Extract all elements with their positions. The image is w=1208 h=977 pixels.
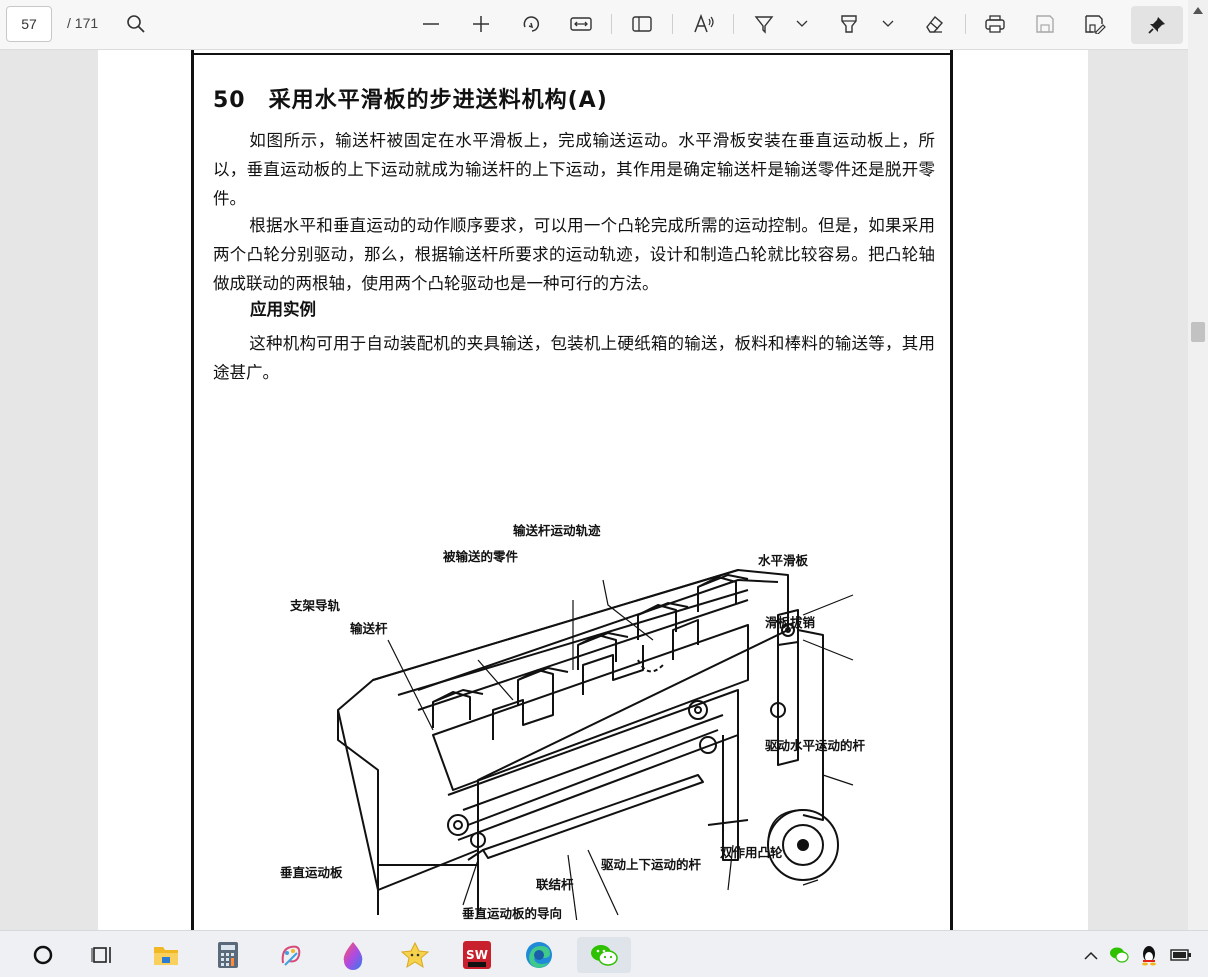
svg-text:SW: SW <box>466 948 488 962</box>
subheading: 应用实例 <box>250 300 316 319</box>
zoom-out-icon[interactable] <box>415 8 447 40</box>
fit-width-icon[interactable] <box>565 8 597 40</box>
taskbar: SW <box>0 930 1208 977</box>
solidworks-icon[interactable]: SW <box>459 937 495 973</box>
scroll-thumb[interactable] <box>1191 322 1205 342</box>
page-view-icon[interactable] <box>626 8 658 40</box>
paragraph: 如图所示，输送杆被固定在水平滑板上，完成输送运动。水平滑板安装在垂直运动板上，所… <box>213 131 935 208</box>
draw-icon[interactable] <box>748 8 780 40</box>
figure-label: 支架导轨 <box>290 598 341 613</box>
edge-icon[interactable] <box>521 937 557 973</box>
search-icon[interactable] <box>120 8 152 40</box>
figure-label: 滑板拔销 <box>765 615 816 630</box>
mechanism-drawing <box>337 569 854 920</box>
save-icon[interactable] <box>1029 8 1061 40</box>
eraser-icon[interactable] <box>918 8 950 40</box>
pdf-toolbar: 57 / 171 <box>0 0 1208 50</box>
wechat-tray-icon[interactable] <box>1106 937 1132 973</box>
highlight-icon[interactable] <box>833 8 865 40</box>
zoom-in-icon[interactable] <box>465 8 497 40</box>
figure-label: 垂直运动板 <box>280 865 343 880</box>
toolbar-divider <box>672 14 673 34</box>
qq-icon[interactable] <box>1136 937 1162 973</box>
vertical-scrollbar[interactable] <box>1188 0 1208 930</box>
paragraph: 根据水平和垂直运动的动作顺序要求，可以用一个凸轮完成所需的运动控制。但是，如果采… <box>213 216 935 293</box>
figure-label: 输送杆 <box>350 621 388 636</box>
battery-icon[interactable] <box>1166 937 1196 973</box>
star-app-icon[interactable] <box>397 937 433 973</box>
toolbar-divider <box>965 14 966 34</box>
chevron-up-icon[interactable] <box>1078 937 1104 973</box>
start-icon[interactable] <box>25 937 61 973</box>
rotate-icon[interactable] <box>515 8 547 40</box>
color-drop-icon[interactable] <box>335 937 371 973</box>
figure-label: 驱动水平运动的杆 <box>765 738 866 753</box>
page-frame-line <box>950 50 953 930</box>
file-explorer-icon[interactable] <box>148 937 184 973</box>
pdf-page: 50 采用水平滑板的步进送料机构(A) 如图所示，输送杆被固定在水平滑板上，完成… <box>98 50 1088 930</box>
toolbar-divider <box>733 14 734 34</box>
figure-label: 水平滑板 <box>758 553 809 568</box>
chevron-down-icon[interactable] <box>792 8 812 40</box>
calculator-icon[interactable] <box>210 937 246 973</box>
page-frame-line <box>191 50 194 930</box>
paint-icon[interactable] <box>273 937 309 973</box>
figure-label: 输送杆运动轨迹 <box>513 523 601 538</box>
page-number-input[interactable]: 57 <box>6 6 52 42</box>
figure-label: 双作用凸轮 <box>720 845 783 860</box>
figure-label: 被输送的零件 <box>443 549 519 564</box>
scroll-up-icon[interactable] <box>1192 5 1204 15</box>
figure-label: 垂直运动板的导向 <box>462 906 563 921</box>
save-as-icon[interactable] <box>1079 8 1111 40</box>
figure-label: 驱动上下运动的杆 <box>601 857 702 872</box>
figure-label: 联结杆 <box>536 877 574 892</box>
chevron-down-icon[interactable] <box>878 8 898 40</box>
task-view-icon[interactable] <box>85 937 121 973</box>
section-heading: 50 采用水平滑板的步进送料机构(A) <box>213 88 608 113</box>
toolbar-divider <box>611 14 612 34</box>
pin-icon[interactable] <box>1131 6 1183 44</box>
page-frame-line <box>191 53 953 55</box>
page-total: / 171 <box>67 15 99 31</box>
document-viewer[interactable]: 50 采用水平滑板的步进送料机构(A) 如图所示，输送杆被固定在水平滑板上，完成… <box>0 50 1188 930</box>
wechat-icon[interactable] <box>577 937 631 973</box>
read-aloud-icon[interactable] <box>688 8 720 40</box>
print-icon[interactable] <box>979 8 1011 40</box>
paragraph: 这种机构可用于自动装配机的夹具输送，包装机上硬纸箱的输送，板料和棒料的输送等，其… <box>213 334 935 382</box>
